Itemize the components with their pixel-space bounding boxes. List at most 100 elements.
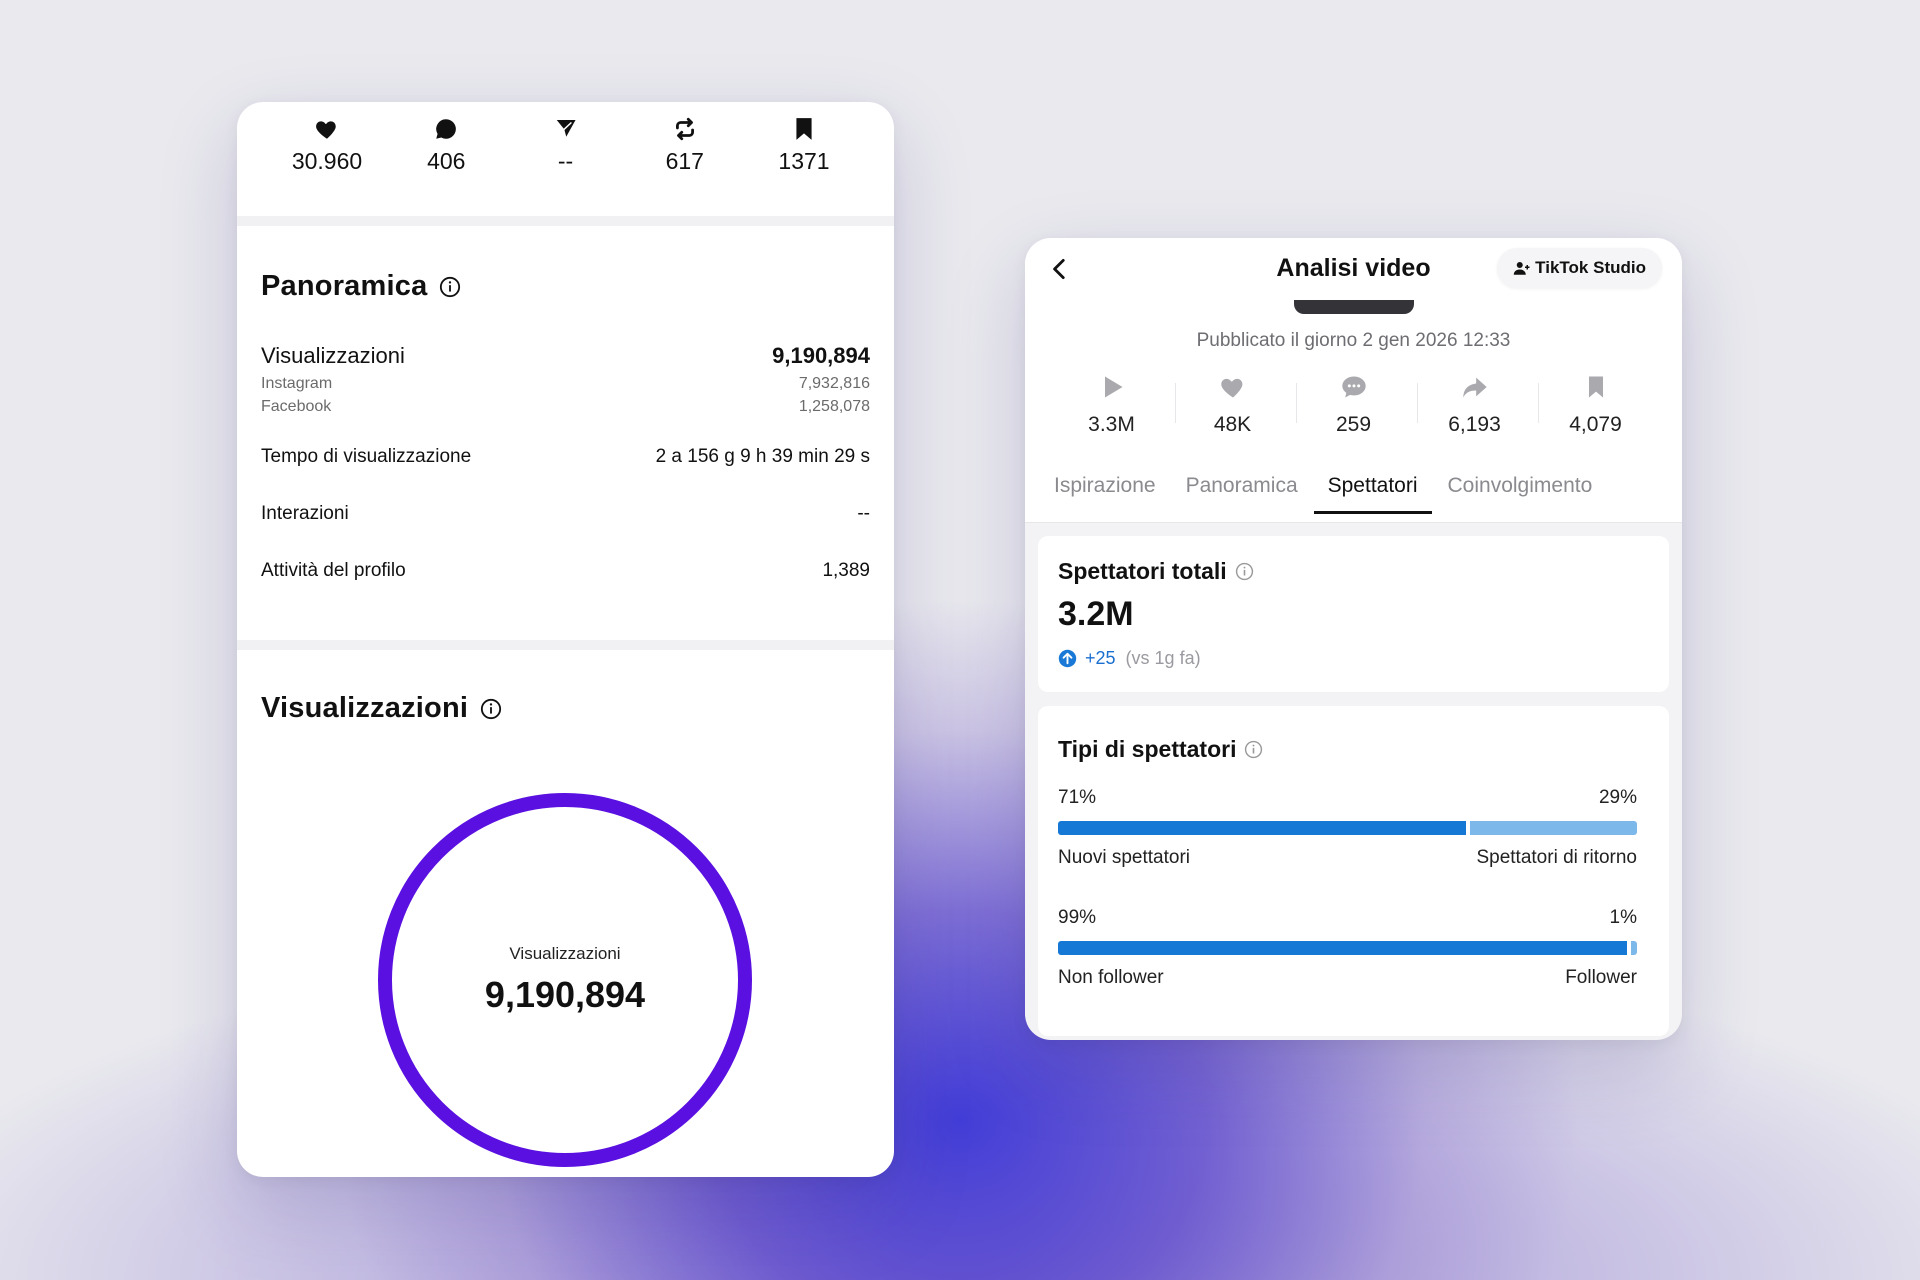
follower-split-group: 99% 1% Non follower Follower — [1058, 907, 1637, 989]
returning-viewers-segment — [1470, 821, 1637, 835]
comments-count: 406 — [427, 148, 466, 174]
saves-stat: 1371 — [754, 116, 854, 198]
viewer-types-title-text: Tipi di spettatori — [1058, 736, 1237, 762]
donut-center: Visualizzazioni 9,190,894 — [373, 788, 757, 1172]
label-row: Nuovi spettatori Spettatori di ritorno — [1058, 847, 1637, 869]
viewer-types-panel: Tipi di spettatori 71% 29% Nuovi spettat… — [1038, 706, 1669, 1036]
overview-title: Panoramica — [261, 270, 870, 303]
tiktok-studio-button[interactable]: TikTok Studio — [1497, 248, 1662, 288]
watch-time-value: 2 a 156 g 9 h 39 min 29 s — [655, 446, 870, 467]
shares-count: -- — [557, 148, 574, 174]
interactions-label: Interazioni — [261, 503, 349, 524]
send-icon — [553, 118, 578, 141]
plays-stat: 3.3M — [1057, 373, 1176, 437]
comment-icon — [1341, 376, 1366, 398]
reposts-stat: 617 — [635, 116, 735, 198]
instagram-value: 7,932,816 — [798, 375, 870, 392]
total-viewers-title: Spettatori totali — [1058, 558, 1649, 585]
donut-value: 9,190,894 — [484, 974, 646, 1015]
shares-stat: 6,193 — [1420, 373, 1539, 437]
new-viewers-segment — [1058, 821, 1466, 835]
tab-ispirazione[interactable]: Ispirazione — [1054, 466, 1156, 514]
video-stats-row: 3.3M 48K 259 6,193 4,079 — [1025, 373, 1682, 437]
views-section-title: Visualizzazioni — [261, 692, 502, 725]
info-icon[interactable] — [1244, 740, 1263, 759]
profile-activity-label: Attività del profilo — [261, 560, 406, 581]
follower-pct: 1% — [1609, 907, 1637, 928]
stat-divider — [1174, 383, 1176, 423]
info-icon[interactable] — [1235, 562, 1254, 581]
heart-icon — [1220, 378, 1242, 398]
section-divider — [237, 216, 894, 226]
plays-count: 3.3M — [1088, 413, 1135, 436]
overview-section: Panoramica Visualizzazioni Instagram Fac… — [237, 226, 894, 582]
interactions-row: Interazioni -- — [261, 503, 870, 525]
bookmark-icon — [1588, 376, 1603, 398]
donut-label: Visualizzazioni — [509, 944, 621, 963]
views-section: Visualizzazioni — [237, 692, 526, 725]
instagram-insights-card: 30.960 406 -- 617 1371 Panoramica Visual… — [237, 102, 894, 1177]
facebook-value: 1,258,078 — [798, 398, 870, 415]
viewer-types-title: Tipi di spettatori — [1058, 736, 1637, 763]
shares-count: 6,193 — [1448, 413, 1501, 436]
share-icon — [1462, 377, 1487, 398]
info-icon[interactable] — [480, 698, 502, 720]
watch-time-label: Tempo di visualizzazione — [261, 446, 472, 467]
arrow-up-circle-icon — [1058, 649, 1077, 668]
likes-count: 48K — [1213, 413, 1252, 436]
shares-stat: -- — [516, 116, 616, 198]
info-icon[interactable] — [439, 276, 461, 298]
non-follower-pct: 99% — [1058, 907, 1097, 928]
profile-activity-value: 1,389 — [822, 560, 870, 581]
profile-activity-row: Attività del profilo 1,389 — [261, 560, 870, 582]
pct-row: 99% 1% — [1058, 907, 1637, 929]
stat-divider — [1416, 383, 1418, 423]
play-icon — [1104, 376, 1122, 398]
instagram-label: Instagram — [261, 375, 333, 392]
saves-count: 4,079 — [1569, 413, 1622, 436]
pct-row: 71% 29% — [1058, 787, 1637, 809]
follower-label: Follower — [1565, 967, 1637, 988]
non-follower-label: Non follower — [1058, 967, 1164, 988]
new-vs-returning-bar — [1058, 821, 1637, 835]
tiktok-analytics-card: Analisi video TikTok Studio Pubblicato i… — [1025, 238, 1682, 1040]
views-row: Visualizzazioni Instagram Facebook 9,190… — [261, 343, 870, 418]
stat-divider — [1537, 383, 1539, 423]
new-viewers-pct: 71% — [1058, 787, 1097, 808]
tiktok-studio-label: TikTok Studio — [1535, 258, 1646, 277]
views-label: Visualizzazioni — [261, 343, 405, 368]
tiktok-header: Analisi video TikTok Studio Pubblicato i… — [1025, 238, 1682, 523]
tab-panoramica[interactable]: Panoramica — [1186, 466, 1298, 514]
overview-title-text: Panoramica — [261, 270, 428, 302]
delta-value: +25 — [1085, 648, 1116, 668]
tab-spettatori[interactable]: Spettatori — [1313, 466, 1432, 514]
repost-icon — [675, 117, 694, 141]
non-follower-segment — [1058, 941, 1627, 955]
tab-coinvolgimento[interactable]: Coinvolgimento — [1448, 466, 1593, 514]
returning-viewers-label: Spettatori di ritorno — [1476, 847, 1637, 868]
heart-icon — [316, 121, 336, 139]
likes-count: 30.960 — [291, 148, 363, 174]
saves-count: 1371 — [778, 148, 830, 174]
facebook-label: Facebook — [261, 398, 332, 415]
follower-segment — [1631, 941, 1637, 955]
follower-split-bar — [1058, 941, 1637, 955]
likes-stat: 48K — [1178, 373, 1297, 437]
watch-time-row: Tempo di visualizzazione 2 a 156 g 9 h 3… — [261, 446, 870, 468]
new-viewers-label: Nuovi spettatori — [1058, 847, 1191, 868]
engagement-stats-row: 30.960 406 -- 617 1371 — [237, 102, 894, 198]
total-viewers-value: 3.2M — [1058, 595, 1134, 633]
video-thumbnail[interactable] — [1294, 300, 1414, 314]
views-value: 9,190,894 — [772, 343, 870, 368]
reposts-count: 617 — [665, 148, 704, 174]
comments-stat: 259 — [1299, 373, 1418, 437]
total-viewers-panel: Spettatori totali 3.2M +25 (vs 1g fa) — [1038, 536, 1669, 692]
stat-divider — [1295, 383, 1297, 423]
comment-icon — [436, 119, 457, 139]
analytics-tabs: Ispirazione Panoramica Spettatori Coinvo… — [1025, 466, 1682, 523]
interactions-value: -- — [857, 503, 870, 524]
comments-stat: 406 — [396, 116, 496, 198]
likes-stat: 30.960 — [277, 116, 377, 198]
saves-stat: 4,079 — [1541, 373, 1651, 437]
new-vs-returning-group: 71% 29% Nuovi spettatori Spettatori di r… — [1058, 787, 1637, 869]
